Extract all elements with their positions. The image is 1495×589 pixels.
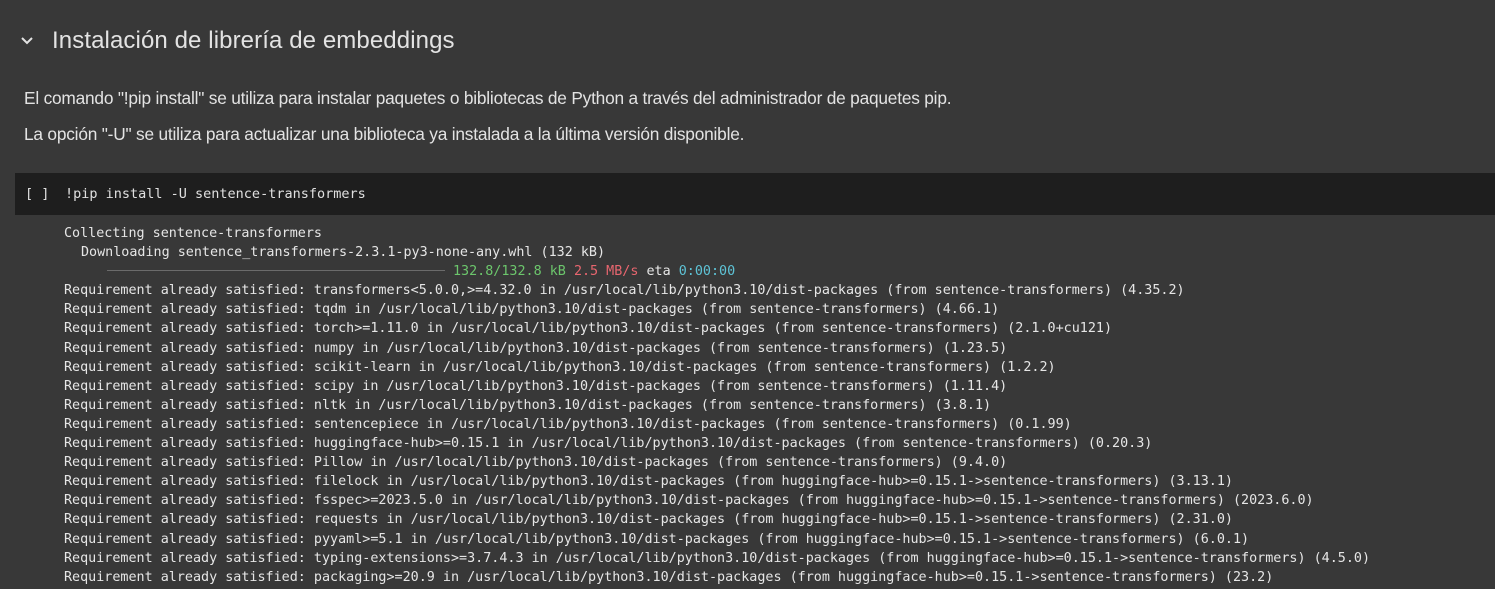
output-line-requirement: Requirement already satisfied: scikit-le…	[64, 359, 1056, 375]
output-line-downloading: Downloading sentence_transformers-2.3.1-…	[81, 245, 606, 261]
output-line-requirement: Requirement already satisfied: transform…	[64, 283, 1185, 299]
code-cell[interactable]: [ ] !pip install -U sentence-transformer…	[15, 173, 1495, 215]
output-line-requirement: Requirement already satisfied: filelock …	[64, 474, 1233, 490]
progress-size: 132.8/132.8 kB	[453, 264, 566, 280]
code-editor[interactable]: !pip install -U sentence-transformers	[65, 186, 366, 202]
download-progress-line: 132.8/132.8 kB 2.5 MB/s eta 0:00:00	[64, 262, 1484, 281]
section-header: Instalación de librería de embeddings	[0, 0, 1495, 84]
output-line-requirement: Requirement already satisfied: huggingfa…	[64, 436, 1153, 452]
progress-speed: 2.5 MB/s	[573, 264, 639, 280]
chevron-down-icon[interactable]	[16, 30, 38, 52]
output-line-requirement: Requirement already satisfied: pyyaml>=5…	[64, 531, 1250, 547]
output-line-requirement: Requirement already satisfied: numpy in …	[64, 340, 1008, 356]
output-line-requirement: Requirement already satisfied: packaging…	[64, 569, 1274, 585]
output-line-requirement: Requirement already satisfied: tqdm in /…	[64, 302, 1000, 318]
output-line-requirement: Requirement already satisfied: nltk in /…	[64, 397, 992, 413]
output-line-collecting: Collecting sentence-transformers	[64, 226, 322, 241]
output-line-requirement: Requirement already satisfied: Pillow in…	[64, 455, 1008, 471]
progress-eta: 0:00:00	[678, 264, 736, 280]
download-progress-bar	[107, 269, 445, 271]
markdown-paragraph-upgrade-option: La opción "-U" se utiliza para actualiza…	[24, 124, 745, 144]
output-line-requirement: Requirement already satisfied: typing-ex…	[64, 550, 1371, 566]
markdown-paragraph-pip-install: El comando "!pip install" se utiliza par…	[24, 88, 952, 108]
output-line-requirement: Requirement already satisfied: torch>=1.…	[64, 321, 1113, 337]
output-line-requirement: Requirement already satisfied: sentencep…	[64, 416, 1072, 432]
progress-eta-label: eta	[646, 264, 671, 280]
cell-output: Collecting sentence-transformers Downloa…	[64, 224, 1484, 587]
run-cell-button[interactable]: [ ]	[25, 186, 49, 202]
output-line-requirement: Requirement already satisfied: scipy in …	[64, 378, 1008, 394]
requirements-list: Requirement already satisfied: transform…	[64, 281, 1484, 587]
output-line-requirement: Requirement already satisfied: fsspec>=2…	[64, 493, 1314, 509]
section-title: Instalación de librería de embeddings	[52, 27, 455, 54]
output-line-requirement: Requirement already satisfied: requests …	[64, 512, 1233, 528]
